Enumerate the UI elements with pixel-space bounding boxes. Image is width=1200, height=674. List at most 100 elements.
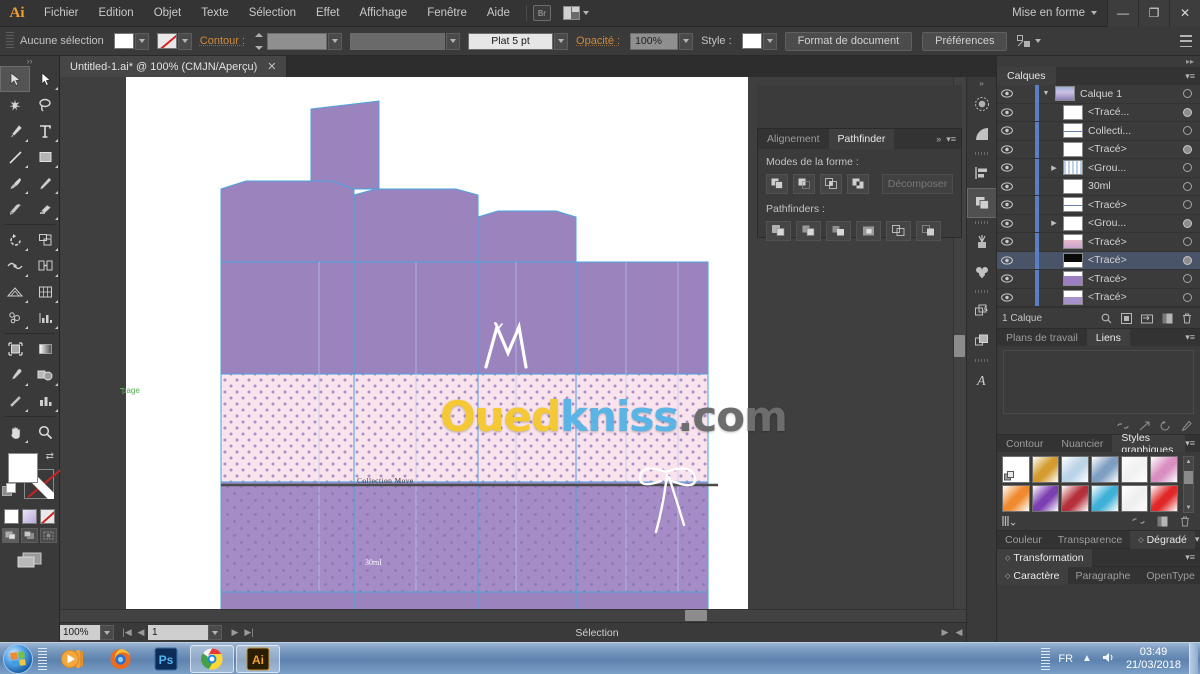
menu-fenetre[interactable]: Fenêtre [417, 0, 477, 27]
screen-mode-button[interactable] [0, 551, 59, 569]
stroke-style-field[interactable]: Plat 5 pt [468, 33, 553, 50]
layer-visibility-icon[interactable] [997, 293, 1017, 302]
none-mode-button[interactable] [40, 509, 55, 524]
packaging-dieline-artwork[interactable] [126, 77, 748, 622]
menu-objet[interactable]: Objet [144, 0, 192, 27]
panel-menu-icon[interactable]: ▾≡ [946, 134, 956, 145]
orange-gradient-style[interactable] [1002, 485, 1030, 512]
scroll-down-icon[interactable]: ▼ [1184, 503, 1193, 512]
relink-icon[interactable] [1117, 421, 1129, 431]
collapse-icon[interactable]: » [936, 134, 941, 144]
blend-tool[interactable] [30, 362, 60, 388]
close-button[interactable]: ✕ [1169, 0, 1200, 27]
layer-visibility-icon[interactable] [997, 182, 1017, 191]
status-text[interactable]: Sélection [256, 627, 938, 639]
layer-row[interactable]: ▶ <Grou... [997, 215, 1200, 234]
document-setup-button[interactable]: Format de document [785, 32, 913, 51]
pen-tool[interactable] [0, 118, 30, 144]
layer-target-circle[interactable] [1174, 163, 1200, 172]
tab-alignement[interactable]: Alignement [758, 129, 829, 149]
chrome-icon[interactable] [190, 645, 234, 673]
swatches-icon[interactable] [967, 257, 997, 287]
selection-tool[interactable] [0, 66, 30, 92]
default-style[interactable] [1002, 456, 1030, 483]
layer-row[interactable]: <Tracé> [997, 289, 1200, 308]
layer-visibility-icon[interactable] [997, 200, 1017, 209]
menu-edition[interactable]: Edition [89, 0, 144, 27]
layer-visibility-icon[interactable] [997, 126, 1017, 135]
tab-caractere[interactable]: ◇ Caractère [997, 567, 1068, 585]
layer-target-circle[interactable] [1174, 126, 1200, 135]
stroke-style-dropdown[interactable] [554, 33, 568, 50]
pathfinder-icon[interactable] [967, 188, 997, 218]
close-icon[interactable]: ✕ [267, 60, 276, 73]
media-player-icon[interactable] [52, 645, 96, 673]
menu-affichage[interactable]: Affichage [349, 0, 417, 27]
eraser-tool[interactable] [30, 196, 60, 222]
slice-tool[interactable] [0, 388, 30, 414]
line-segment-tool[interactable] [0, 144, 30, 170]
layer-visibility-icon[interactable] [997, 89, 1017, 98]
red-texture-style[interactable] [1061, 485, 1089, 512]
magic-wand-tool[interactable] [0, 92, 30, 118]
graphic-style-dropdown[interactable] [763, 33, 777, 50]
opacity-field[interactable]: 100% [630, 33, 678, 50]
brushes-icon[interactable] [967, 89, 997, 119]
new-layer-icon[interactable] [1162, 313, 1173, 324]
zoom-level-field[interactable]: 100% [60, 625, 100, 640]
stroke-profile-dropdown[interactable] [446, 33, 460, 50]
layer-row[interactable]: ▼ Calque 1 [997, 85, 1200, 104]
column-graph-tool[interactable] [30, 305, 60, 331]
eyedropper-tool[interactable] [0, 362, 30, 388]
preferences-button[interactable]: Préférences [922, 32, 1007, 51]
transform-popup-button[interactable] [1017, 35, 1041, 48]
align-icon[interactable] [967, 158, 997, 188]
gradient-mode-button[interactable] [22, 509, 37, 524]
dock-collapse-icon[interactable]: » [967, 77, 996, 89]
paintbrush-tool[interactable] [0, 170, 30, 196]
mesh-tool[interactable] [30, 279, 60, 305]
blue-soft-style[interactable] [1061, 456, 1089, 483]
width-tool[interactable] [0, 253, 30, 279]
minus-front-icon[interactable] [793, 174, 815, 194]
pink-gradient-style[interactable] [1150, 456, 1178, 483]
fill-indicator[interactable] [8, 453, 38, 483]
white-gloss-style[interactable] [1121, 456, 1149, 483]
tools-panel-grip[interactable] [0, 56, 59, 66]
appearance-icon[interactable]: A [967, 296, 997, 326]
illustrator-icon[interactable]: Ai [236, 645, 280, 673]
layer-row[interactable]: <Tracé> [997, 141, 1200, 160]
style-library-icon[interactable] [1002, 515, 1018, 527]
gradient-tool[interactable] [30, 336, 60, 362]
blob-brush-tool[interactable] [0, 196, 30, 222]
tab-couleur[interactable]: Couleur [997, 531, 1050, 549]
default-fill-stroke-icon[interactable] [2, 483, 15, 496]
unite-icon[interactable] [766, 174, 788, 194]
show-hidden-icons-icon[interactable]: ▲ [1082, 653, 1092, 664]
tab-paragraphe[interactable]: Paragraphe [1068, 567, 1139, 585]
scroll-up-icon[interactable]: ▲ [1184, 457, 1193, 466]
workspace-switcher[interactable]: Mise en forme [1002, 7, 1107, 19]
fill-color-swatch[interactable] [114, 33, 134, 49]
control-bar-menu[interactable] [1180, 35, 1200, 47]
scale-tool[interactable] [30, 227, 60, 253]
stroke-weight-field[interactable] [267, 33, 327, 50]
outline-icon[interactable] [886, 221, 911, 241]
document-tab[interactable]: Untitled-1.ai* @ 100% (CMJN/Aperçu) ✕ [60, 56, 287, 77]
canvas-horizontal-scrollbar[interactable] [60, 609, 966, 622]
stroke-weight-stepper[interactable] [255, 33, 266, 50]
lasso-tool[interactable] [30, 92, 60, 118]
layer-name[interactable]: <Tracé> [1088, 236, 1174, 248]
layer-target-circle[interactable] [1174, 108, 1200, 117]
panel-menu-icon[interactable]: ▾≡ [1185, 438, 1195, 449]
vertical-scroll-thumb[interactable] [954, 335, 965, 357]
red-glyph-style[interactable] [1121, 485, 1149, 512]
layer-visibility-icon[interactable] [997, 108, 1017, 117]
locate-object-icon[interactable] [1101, 313, 1112, 324]
minus-back-icon[interactable] [916, 221, 941, 241]
taskbar-grip[interactable] [38, 648, 47, 670]
edit-original-icon[interactable] [1181, 421, 1192, 431]
layer-target-circle[interactable] [1174, 200, 1200, 209]
taskbar-clock[interactable]: 03:49 21/03/2018 [1126, 646, 1181, 672]
layer-visibility-icon[interactable] [997, 274, 1017, 283]
